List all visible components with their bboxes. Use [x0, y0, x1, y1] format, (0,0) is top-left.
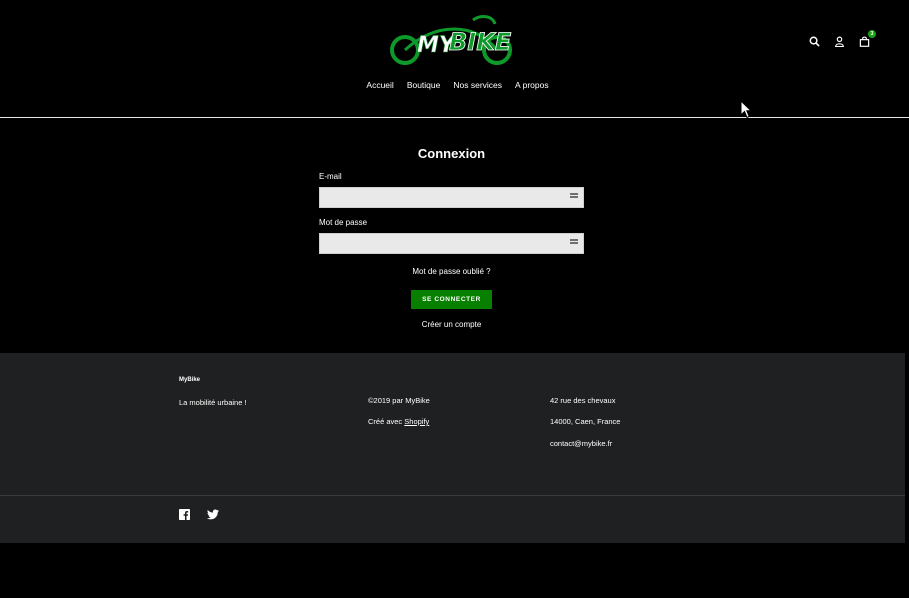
scrollbar-gutter — [905, 353, 909, 543]
autofill-icon[interactable] — [570, 239, 578, 247]
social-links — [179, 507, 219, 520]
email-label: E-mail — [319, 172, 342, 181]
footer-address-line1: 42 rue des chevaux — [550, 396, 616, 405]
page-title: Connexion — [417, 146, 486, 161]
email-field-wrap — [319, 187, 584, 208]
password-label: Mot de passe — [319, 218, 368, 227]
main-nav: Accueil Boutique Nos services A propos — [0, 80, 909, 90]
account-icon[interactable] — [832, 34, 846, 48]
nav-item-boutique[interactable]: Boutique — [407, 80, 441, 90]
create-account-link[interactable]: Créer un compte — [319, 320, 584, 329]
footer-brand: MyBike — [179, 377, 201, 383]
password-field-wrap — [319, 233, 584, 254]
site-header: MY BIKE 3 Accueil Boutique Nos services … — [0, 0, 909, 118]
footer-created-with: Créé avec Shopify — [368, 417, 429, 426]
nav-item-a-propos[interactable]: A propos — [515, 80, 549, 90]
cart-icon[interactable]: 3 — [857, 30, 876, 48]
mouse-cursor-icon — [740, 99, 753, 124]
footer-address-line2: 14000, Caen, France — [550, 417, 621, 426]
search-icon[interactable] — [807, 34, 821, 48]
footer-email[interactable]: contact@mybike.fr — [550, 439, 612, 448]
password-field[interactable] — [319, 233, 584, 254]
nav-item-accueil[interactable]: Accueil — [366, 80, 393, 90]
header-icons: 3 — [807, 30, 876, 48]
footer-copyright: ©2019 par MyBike — [368, 396, 430, 405]
autofill-icon[interactable] — [570, 193, 578, 201]
cart-count-badge: 3 — [868, 30, 876, 38]
login-button[interactable]: SE CONNECTER — [411, 290, 492, 309]
shopify-link[interactable]: Shopify — [404, 417, 429, 426]
footer-divider — [0, 495, 905, 496]
footer-created-prefix: Créé avec — [368, 417, 403, 426]
forgot-password-link[interactable]: Mot de passe oublié ? — [319, 267, 584, 276]
login-form: Connexion E-mail Mot de passe Mot de pas… — [319, 146, 584, 329]
mybike-logo[interactable]: MY BIKE — [385, 14, 519, 68]
svg-text:BIKE: BIKE — [449, 28, 512, 56]
header-divider — [0, 117, 909, 118]
twitter-icon[interactable] — [207, 507, 219, 520]
submit-wrap: SE CONNECTER — [319, 288, 584, 309]
footer-tagline: La mobilité urbaine ! — [179, 398, 247, 407]
facebook-icon[interactable] — [179, 507, 190, 520]
site-footer: MyBike La mobilité urbaine ! ©2019 par M… — [0, 353, 905, 543]
email-field[interactable] — [319, 187, 584, 208]
nav-item-nos-services[interactable]: Nos services — [453, 80, 502, 90]
